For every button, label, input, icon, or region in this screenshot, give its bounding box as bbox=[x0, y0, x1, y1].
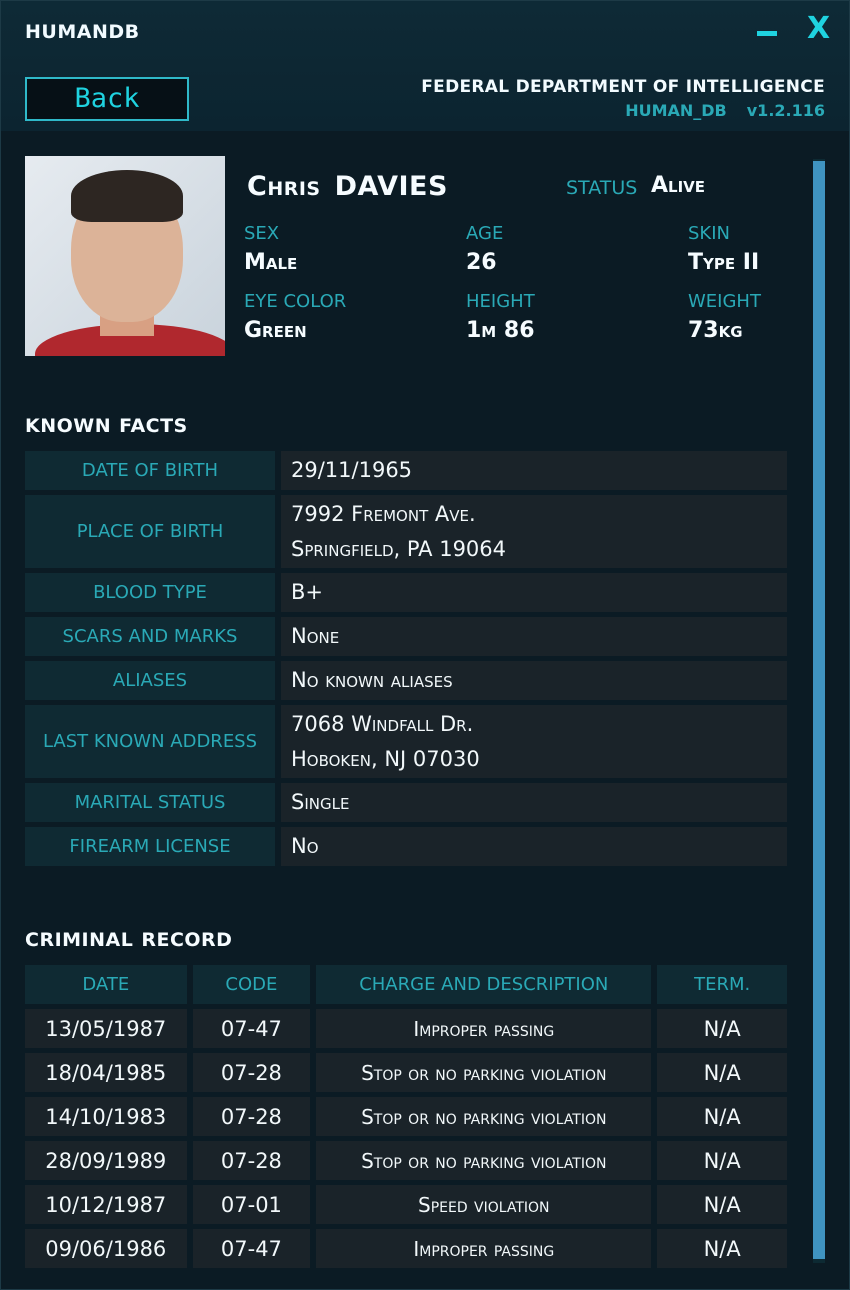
col-desc-header: CHARGE AND DESCRIPTION bbox=[316, 965, 652, 1004]
known-facts-title: KNOWN FACTS bbox=[25, 415, 188, 437]
back-button[interactable]: Back bbox=[25, 77, 189, 121]
attr-weight: WEIGHT 73kg bbox=[688, 291, 761, 343]
app-title: HUMANDB bbox=[25, 21, 140, 43]
subject-photo bbox=[25, 156, 225, 356]
title-bar: HUMANDB X Back FEDERAL DEPARTMENT OF INT… bbox=[1, 1, 849, 131]
attr-eye-color: EYE COLOR Green bbox=[244, 291, 347, 343]
close-button[interactable]: X bbox=[807, 11, 830, 47]
table-row: 10/12/1987 07-01 Speed violation N/A bbox=[25, 1185, 787, 1224]
col-date-header: DATE bbox=[25, 965, 187, 1004]
subject-name: Chris DAVIES bbox=[247, 171, 448, 202]
known-facts-table: DATE OF BIRTH 29/11/1965 PLACE OF BIRTH … bbox=[25, 451, 787, 871]
db-name: HUMAN_DB bbox=[625, 101, 727, 120]
fact-row-last-address: LAST KNOWN ADDRESS 7068 Windfall Dr. Hob… bbox=[25, 705, 787, 778]
fact-row-dob: DATE OF BIRTH 29/11/1965 bbox=[25, 451, 787, 490]
humandb-window: HUMANDB X Back FEDERAL DEPARTMENT OF INT… bbox=[0, 0, 850, 1290]
table-row: 13/05/1987 07-47 Improper passing N/A bbox=[25, 1009, 787, 1048]
criminal-record-table: DATE CODE CHARGE AND DESCRIPTION TERM. 1… bbox=[25, 965, 787, 1273]
col-term-header: TERM. bbox=[657, 965, 787, 1004]
attr-age: AGE 26 bbox=[466, 223, 504, 275]
table-row: 28/09/1989 07-28 Stop or no parking viol… bbox=[25, 1141, 787, 1180]
fact-row-blood-type: BLOOD TYPE B+ bbox=[25, 573, 787, 612]
db-version: v1.2.116 bbox=[746, 101, 825, 120]
attr-sex: SEX Male bbox=[244, 223, 298, 275]
criminal-record-title: CRIMINAL RECORD bbox=[25, 929, 233, 951]
table-header: DATE CODE CHARGE AND DESCRIPTION TERM. bbox=[25, 965, 787, 1004]
db-info: HUMAN_DB v1.2.116 bbox=[421, 101, 825, 120]
status-value: Alive bbox=[651, 173, 706, 198]
table-row: 09/06/1986 07-47 Improper passing N/A bbox=[25, 1229, 787, 1268]
col-code-header: CODE bbox=[192, 965, 311, 1004]
first-name: Chris bbox=[247, 171, 321, 202]
table-row: 14/10/1983 07-28 Stop or no parking viol… bbox=[25, 1097, 787, 1136]
attr-skin: SKIN Type II bbox=[688, 223, 760, 275]
fact-row-firearm: FIREARM LICENSE No bbox=[25, 827, 787, 866]
last-name: DAVIES bbox=[334, 171, 448, 202]
attr-height: HEIGHT 1m 86 bbox=[466, 291, 535, 343]
fact-row-marital: MARITAL STATUS Single bbox=[25, 783, 787, 822]
fact-row-scars: SCARS AND MARKS None bbox=[25, 617, 787, 656]
agency-name: FEDERAL DEPARTMENT OF INTELLIGENCE bbox=[421, 77, 825, 97]
table-row: 18/04/1985 07-28 Stop or no parking viol… bbox=[25, 1053, 787, 1092]
fact-row-pob: PLACE OF BIRTH 7992 Fremont Ave. Springf… bbox=[25, 495, 787, 568]
scrollbar-thumb[interactable] bbox=[813, 161, 825, 1259]
status-label: STATUS bbox=[566, 177, 638, 199]
minimize-button[interactable] bbox=[753, 11, 781, 47]
minimize-icon bbox=[757, 31, 777, 36]
agency-header: FEDERAL DEPARTMENT OF INTELLIGENCE HUMAN… bbox=[421, 77, 825, 120]
fact-row-aliases: ALIASES No known aliases bbox=[25, 661, 787, 700]
